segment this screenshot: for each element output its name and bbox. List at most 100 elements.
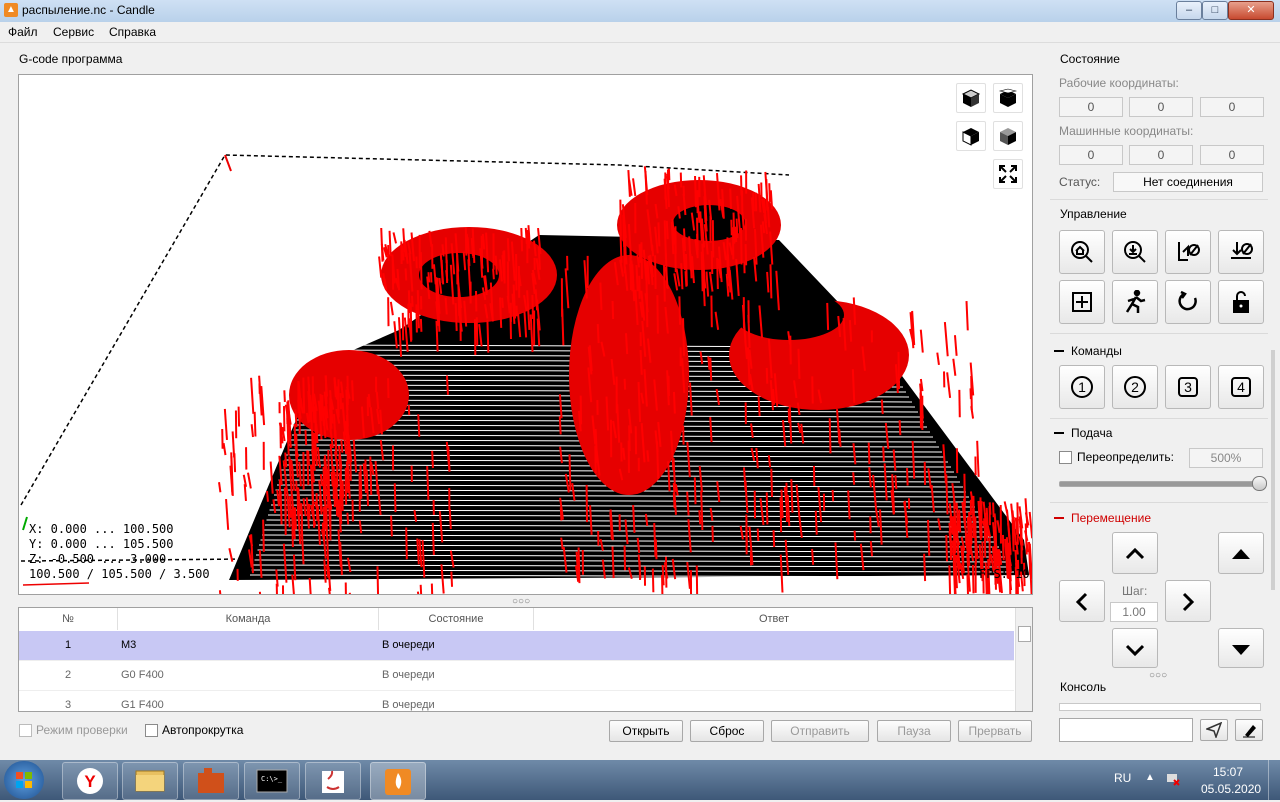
console-output[interactable] (1059, 703, 1261, 711)
machine-y-field: 0 (1129, 145, 1193, 165)
scrollbar-thumb[interactable] (1018, 626, 1031, 642)
right-splitter-handle[interactable]: ○○○ (1149, 670, 1167, 681)
open-button[interactable]: Открыть (609, 720, 683, 742)
send-button[interactable]: Отправить (771, 720, 869, 742)
pause-button[interactable]: Пауза (877, 720, 951, 742)
fps-text: FPS: 10 (979, 567, 1030, 582)
feed-slider-handle[interactable] (1252, 476, 1267, 491)
user-command-4-button[interactable]: 4 (1218, 365, 1264, 409)
view-iso-button[interactable] (993, 121, 1023, 151)
menu-service[interactable]: Сервис (53, 25, 94, 39)
divider (1050, 502, 1268, 503)
menu-help[interactable]: Справка (109, 25, 156, 39)
view-top-button[interactable] (956, 83, 986, 113)
taskbar-explorer[interactable] (122, 762, 178, 800)
check-mode-checkbox[interactable] (19, 724, 32, 737)
start-button[interactable] (4, 761, 44, 799)
svg-text:Y: Y (84, 772, 96, 791)
step-field[interactable]: 1.00 (1110, 602, 1158, 622)
cnc-app-icon (184, 763, 238, 799)
check-mode-label: Режим проверки (36, 723, 128, 737)
view-front-button[interactable] (993, 83, 1023, 113)
zero-xy-button[interactable] (1165, 230, 1211, 274)
collapse-jog-icon[interactable] (1054, 517, 1064, 519)
table-row[interactable]: 3 G1 F400 В очереди (19, 691, 1014, 712)
chevron-up-icon (1123, 542, 1147, 566)
taskbar-candle[interactable] (370, 762, 426, 800)
restore-icon (1176, 290, 1200, 314)
svg-text:C:\>_: C:\>_ (261, 775, 283, 783)
language-indicator[interactable]: RU (1114, 771, 1131, 785)
send-plane-icon (1206, 722, 1222, 738)
center-button[interactable] (1059, 280, 1105, 324)
right-panel-scrollbar[interactable] (1271, 350, 1275, 590)
collapse-commands-icon[interactable] (1054, 350, 1064, 352)
user-command-1-button[interactable]: 1 (1059, 365, 1105, 409)
window-title-bar: ▲ распыление.nc - Candle – □ ✕ (0, 0, 1280, 22)
show-desktop-button[interactable] (1268, 760, 1280, 800)
console-send-button[interactable] (1200, 719, 1228, 741)
cell-command: G0 F400 (121, 661, 164, 690)
user-command-2-button[interactable]: 2 (1112, 365, 1158, 409)
override-checkbox[interactable] (1059, 451, 1072, 464)
table-scrollbar[interactable] (1015, 608, 1032, 711)
reset-button[interactable]: Сброс (690, 720, 764, 742)
override-value-field[interactable]: 500% (1189, 448, 1263, 468)
abort-button[interactable]: Прервать (958, 720, 1032, 742)
zero-z-button[interactable] (1218, 230, 1264, 274)
taskbar-cmd[interactable]: C:\>_ (244, 762, 300, 800)
taskbar-java[interactable] (305, 762, 361, 800)
user-command-4-label: 4 (1237, 379, 1245, 395)
col-header-response[interactable]: Ответ (534, 608, 1014, 630)
table-row[interactable]: 1 M3 В очереди (19, 631, 1014, 661)
taskbar-yandex-browser[interactable]: Y (62, 762, 118, 800)
restore-button[interactable] (1165, 280, 1211, 324)
table-row[interactable]: 2 G0 F400 В очереди (19, 661, 1014, 691)
work-y-field: 0 (1129, 97, 1193, 117)
console-input[interactable] (1059, 718, 1193, 742)
home-button[interactable] (1059, 230, 1105, 274)
feed-slider[interactable] (1059, 481, 1261, 487)
col-header-command[interactable]: Команда (118, 608, 379, 630)
col-header-state[interactable]: Состояние (379, 608, 534, 630)
zero-probe-button[interactable] (1112, 230, 1158, 274)
jog-y-plus-button[interactable] (1112, 532, 1158, 574)
maximize-button[interactable]: □ (1202, 1, 1228, 20)
jog-panel-title: Перемещение (1071, 511, 1151, 525)
x-range-text: X: 0.000 ... 100.500 (29, 522, 174, 537)
gcode-3d-viewport[interactable]: X: 0.000 ... 100.500 Y: 0.000 ... 105.50… (18, 74, 1033, 595)
divider (1050, 418, 1268, 419)
jog-x-minus-button[interactable] (1059, 580, 1105, 622)
splitter-handle[interactable]: ○○○ (512, 596, 530, 607)
z-range-text: Z: -0.500 ... 3.000 (29, 552, 166, 567)
collapse-feed-icon[interactable] (1054, 432, 1064, 434)
jog-z-plus-button[interactable] (1218, 532, 1264, 574)
user-command-3-button[interactable]: 3 (1165, 365, 1211, 409)
tray-expand-icon[interactable]: ▲ (1145, 772, 1155, 783)
run-icon (1123, 290, 1147, 314)
console-clear-button[interactable] (1235, 719, 1263, 741)
user-command-1-label: 1 (1078, 379, 1086, 395)
run-button[interactable] (1112, 280, 1158, 324)
close-button[interactable]: ✕ (1228, 1, 1274, 20)
menu-file[interactable]: Файл (8, 25, 38, 39)
jog-x-plus-button[interactable] (1165, 580, 1211, 622)
col-header-number[interactable]: № (19, 608, 118, 630)
network-icon[interactable] (1166, 772, 1180, 786)
autoscroll-checkbox[interactable] (145, 724, 158, 737)
circle-2-icon: 2 (1123, 375, 1147, 399)
unlock-button[interactable] (1218, 280, 1264, 324)
gcode-table[interactable]: № Команда Состояние Ответ 1 M3 В очереди… (18, 607, 1033, 712)
unlock-icon (1229, 290, 1253, 314)
machine-z-field: 0 (1200, 145, 1264, 165)
jog-z-minus-button[interactable] (1218, 628, 1264, 668)
cube-left-icon (957, 122, 985, 150)
clock-time[interactable]: 15:07 (1213, 765, 1243, 779)
jog-y-minus-button[interactable] (1112, 628, 1158, 668)
view-left-button[interactable] (956, 121, 986, 151)
triangle-up-icon (1229, 542, 1253, 566)
clock-date[interactable]: 05.05.2020 (1201, 782, 1261, 796)
taskbar-app-orange[interactable] (183, 762, 239, 800)
fit-view-button[interactable] (993, 159, 1023, 189)
minimize-button[interactable]: – (1176, 1, 1202, 20)
